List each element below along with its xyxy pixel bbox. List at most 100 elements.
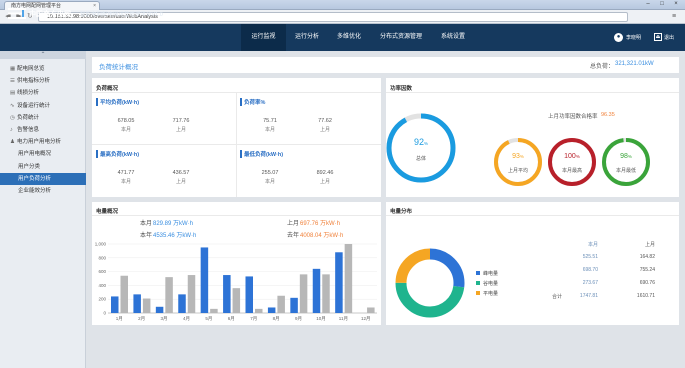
x-tick-label: 3月: [161, 316, 168, 322]
gauge-unit: %: [519, 154, 524, 159]
bar: [267, 307, 276, 313]
logo-text: 中国南方电网: [29, 11, 71, 18]
legend-label: 平电量: [483, 291, 499, 297]
bar: [312, 268, 321, 313]
load-block-title: 负荷率%: [240, 98, 265, 106]
gauge-value: 92%: [396, 137, 446, 147]
gauge-number: 100: [564, 153, 576, 160]
gauge-number: 98: [620, 153, 628, 160]
load-value: 75.71: [263, 118, 277, 124]
bar: [178, 294, 186, 313]
load-value: 255.07: [261, 170, 279, 176]
bar: [200, 247, 209, 313]
gauge-number: 92: [413, 137, 424, 147]
breadcrumb[interactable]: 负荷统计概况: [99, 61, 138, 71]
x-tick-label: 1月: [116, 316, 123, 322]
x-tick-label: 12月: [361, 316, 371, 322]
load-value-label: 上月: [319, 127, 330, 133]
y-tick-label: 800: [98, 255, 106, 260]
bar: [335, 252, 343, 313]
sidebar-item[interactable]: 用户分类: [0, 161, 86, 173]
sidebar-item-label: 用户负荷分析: [18, 175, 52, 182]
sidebar-item[interactable]: ▦ 配电网总览: [0, 63, 86, 75]
sidebar-item-label: 用户分类: [18, 163, 41, 170]
user-name[interactable]: 李晓明: [626, 34, 641, 41]
system-title: 智能电网配电网运营管理平台V1.0: [80, 12, 163, 18]
divider: [92, 215, 381, 216]
y-tick-label: 400: [98, 283, 106, 288]
bar: [245, 276, 253, 313]
sidebar-item[interactable]: 用户负荷分析: [0, 172, 86, 185]
sidebar-item[interactable]: ▤ 线损分析: [0, 87, 86, 99]
distribution-title: 电量分布: [390, 209, 413, 215]
bar: [344, 244, 353, 313]
close-window-icon[interactable]: ×: [669, 0, 683, 9]
y-tick-label: 200: [98, 297, 106, 302]
nav-tab-analysis[interactable]: 运行分析: [286, 24, 328, 51]
pulse-icon: ∿: [10, 102, 15, 109]
load-value: 471.77: [117, 170, 135, 176]
load-value: 717.76: [172, 118, 190, 124]
energy-stat-value: 697.76 万kW·h: [300, 221, 341, 227]
x-tick-label: 11月: [339, 316, 348, 322]
bar: [133, 294, 141, 313]
x-tick-label: 4月: [183, 316, 190, 322]
load-value-label: 上月: [175, 127, 186, 133]
gauge-value: 93%: [493, 153, 543, 160]
load-value: 678.05: [117, 118, 135, 124]
nav-tab-optimize[interactable]: 多维优化: [328, 24, 370, 51]
x-tick-label: 6月: [228, 316, 235, 322]
bar: [187, 275, 196, 313]
table-header: 上月: [644, 242, 655, 248]
load-value-label: 上月: [319, 179, 330, 185]
legend-swatch: [476, 271, 480, 275]
table-cell: 164.82: [639, 254, 655, 260]
logout-button[interactable]: 退出: [664, 34, 674, 41]
user-icon: ♟: [10, 139, 15, 146]
sidebar-item[interactable]: ∿ 设备运行统计: [0, 100, 86, 112]
sidebar-item[interactable]: 用户用电概况: [0, 148, 86, 160]
nav-tab-monitor[interactable]: 运行监视: [241, 24, 286, 51]
close-tab-icon[interactable]: ×: [93, 2, 96, 10]
bar: [367, 307, 375, 313]
sidebar-item-label: 负荷统计: [17, 114, 40, 121]
sidebar-collapse-icon[interactable]: ⌃: [0, 51, 86, 59]
logo-icon: [8, 8, 26, 19]
legend-label: 谷电量: [483, 281, 499, 287]
sidebar-item[interactable]: ◷ 负荷统计: [0, 112, 86, 124]
bar: [155, 306, 164, 313]
user-avatar-icon[interactable]: ●: [614, 33, 623, 42]
maximize-icon[interactable]: □: [655, 0, 669, 9]
sidebar-item[interactable]: ♟ 电力用户用电分析: [0, 136, 86, 148]
gauge-value: 98%: [601, 153, 651, 160]
gauge-unit: %: [424, 141, 429, 146]
gauge-unit: %: [575, 154, 580, 159]
browser-menu-icon[interactable]: ≡: [669, 12, 679, 22]
bar: [223, 275, 231, 313]
minimize-icon[interactable]: –: [641, 0, 655, 9]
nav-tab-settings[interactable]: 系统设置: [432, 24, 474, 51]
x-tick-label: 9月: [295, 316, 302, 322]
table-cell: 525.51: [582, 254, 598, 260]
bar: [210, 308, 218, 313]
sidebar-item-label: 供电指标分析: [17, 78, 51, 85]
gauge-unit: %: [627, 154, 632, 159]
logout-icon[interactable]: ⏏: [654, 33, 662, 41]
x-tick-label: 5月: [205, 316, 212, 322]
sidebar-item[interactable]: 企业能效分析: [0, 185, 86, 197]
divider: [92, 144, 381, 145]
sidebar-item[interactable]: ♪ 告警信息: [0, 124, 86, 136]
x-tick-label: 10月: [316, 316, 326, 322]
x-tick-label: 2月: [138, 316, 145, 322]
table-row-label: 合计: [551, 294, 562, 300]
clock-icon: ◷: [10, 114, 15, 121]
nav-tab-resources[interactable]: 分布式资源管理: [370, 24, 432, 51]
load-value-label: 本月: [120, 179, 131, 185]
bar: [322, 274, 330, 313]
divider: [386, 215, 679, 216]
table-cell: 1610.71: [636, 293, 655, 299]
sidebar-item-label: 配电网总览: [17, 66, 45, 72]
monthly-bar-chart: 0 200 400 600 800 1,000 1月 2月 3月 4月 5月 6月 7月 8月 9月 10月 1…: [95, 242, 377, 322]
sidebar-item[interactable]: ☰ 供电指标分析: [0, 75, 86, 87]
sidebar-item-label: 设备运行统计: [17, 102, 51, 109]
